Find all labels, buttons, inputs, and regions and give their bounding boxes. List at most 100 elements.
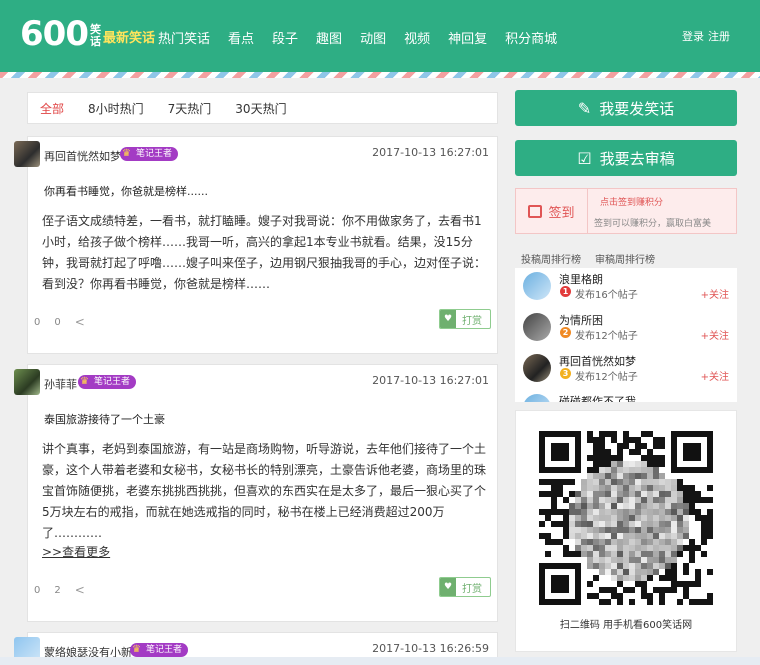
share-icon[interactable]: < bbox=[75, 315, 85, 329]
nav-item-hot[interactable]: 热门笑话 bbox=[158, 28, 210, 47]
tip-label: 打赏 bbox=[462, 583, 482, 595]
read-more-link[interactable]: >>查看更多 bbox=[42, 543, 110, 560]
review-label: 我要去审稿 bbox=[599, 149, 675, 168]
share-icon[interactable]: < bbox=[75, 583, 85, 597]
rank-post-count: 发布12个帖子 bbox=[575, 331, 638, 342]
tip-button[interactable]: ♥ 打赏 bbox=[439, 577, 491, 597]
site-logo[interactable]: 600 笑 话 最新笑话 bbox=[20, 14, 155, 54]
rank-item: 浪里格朗 1 发布16个帖子 +关注 bbox=[515, 268, 737, 308]
rank-medal: 3 bbox=[560, 368, 571, 379]
tab-30d[interactable]: 30天热门 bbox=[235, 100, 286, 117]
like-count[interactable]: 0 bbox=[34, 317, 40, 328]
qr-panel: 扫二维码 用手机看600笑话网 bbox=[515, 410, 737, 652]
nav-item-qutu[interactable]: 趣图 bbox=[316, 28, 342, 47]
nav-item-video[interactable]: 视频 bbox=[404, 28, 430, 47]
like-count[interactable]: 0 bbox=[34, 585, 40, 596]
qr-code bbox=[539, 431, 713, 605]
rank-badge: ♛ 笔记王者 bbox=[130, 643, 189, 657]
tip-label: 打赏 bbox=[462, 315, 482, 327]
gift-icon: ♥ bbox=[440, 578, 456, 596]
review-button[interactable]: ☑ 我要去审稿 bbox=[515, 140, 737, 176]
avatar[interactable] bbox=[523, 272, 551, 300]
crown-icon: ♛ bbox=[122, 148, 131, 159]
rank-list: 浪里格朗 1 发布16个帖子 +关注 为情所困 2 发布12个帖子 +关注 再回… bbox=[515, 268, 737, 402]
avatar[interactable] bbox=[523, 313, 551, 341]
tab-7d[interactable]: 7天热门 bbox=[168, 100, 212, 117]
rank-user-name[interactable]: 再回首恍然如梦 bbox=[559, 353, 636, 369]
dislike-count[interactable]: 0 bbox=[54, 317, 60, 328]
post-title[interactable]: 你再看书睡觉，你爸就是榜样...... bbox=[44, 183, 208, 199]
logo-sub: 笑 话 bbox=[90, 24, 101, 48]
post-time: 2017-10-13 16:27:01 bbox=[372, 146, 489, 159]
avatar[interactable] bbox=[14, 369, 40, 395]
post-footer: 0 2 < bbox=[34, 583, 85, 597]
rank-user-name[interactable]: 浪里格朗 bbox=[559, 271, 603, 287]
main-nav: 热门笑话 看点 段子 趣图 动图 视频 神回复 积分商城 bbox=[158, 28, 575, 47]
gift-icon: ♥ bbox=[440, 310, 456, 328]
nav-item-kandian[interactable]: 看点 bbox=[228, 28, 254, 47]
badge-label: 笔记王者 bbox=[94, 377, 131, 387]
post-joke-label: 我要发笑话 bbox=[599, 99, 675, 118]
nav-item-shenhuifu[interactable]: 神回复 bbox=[448, 28, 487, 47]
post-joke-button[interactable]: ✎ 我要发笑话 bbox=[515, 90, 737, 126]
follow-button[interactable]: +关注 bbox=[701, 368, 729, 383]
rank-medal: 2 bbox=[560, 327, 571, 338]
logo-tagline[interactable]: 最新笑话 bbox=[103, 27, 155, 46]
signin-desc: 签到可以赚积分，赢取白富美 bbox=[594, 219, 712, 229]
rank-item: 碰碰都作不了我 bbox=[515, 390, 737, 402]
post-footer: 0 0 < bbox=[34, 315, 85, 329]
crown-icon: ♛ bbox=[80, 376, 89, 387]
login-link[interactable]: 登录 bbox=[682, 28, 704, 44]
signin-hint[interactable]: 点击签到赚积分 bbox=[600, 195, 663, 208]
tip-button[interactable]: ♥ 打赏 bbox=[439, 309, 491, 329]
signin-button[interactable]: 签到 bbox=[516, 189, 588, 233]
register-link[interactable]: 注册 bbox=[708, 28, 730, 44]
crown-icon: ♛ bbox=[132, 644, 141, 655]
signin-label: 签到 bbox=[548, 205, 575, 221]
tab-submit-rank[interactable]: 投稿周排行榜 bbox=[521, 251, 581, 266]
qr-caption: 扫二维码 用手机看600笑话网 bbox=[559, 620, 693, 631]
avatar[interactable] bbox=[523, 394, 551, 402]
nav-item-duanzi[interactable]: 段子 bbox=[272, 28, 298, 47]
post-card: 孙菲菲 ♛ 笔记王者 2017-10-13 16:27:01 泰国旅游接待了一个土… bbox=[14, 364, 498, 622]
tab-8h[interactable]: 8小时热门 bbox=[88, 100, 144, 117]
post-card: 再回首恍然如梦 ♛ 笔记王者 2017-10-13 16:27:01 你再看书睡觉… bbox=[14, 136, 498, 354]
rank-badge: ♛ 笔记王者 bbox=[78, 375, 137, 389]
post-time: 2017-10-13 16:26:59 bbox=[372, 642, 489, 655]
document-check-icon: ☑ bbox=[577, 148, 592, 168]
calendar-icon bbox=[528, 204, 543, 218]
post-body: 侄子语文成绩特差，一看书，就打瞌睡。嫂子对我哥说：你不用做家务了，去看书1小时，… bbox=[42, 214, 487, 291]
rank-user-name[interactable]: 为情所困 bbox=[559, 312, 603, 328]
nav-item-dongtu[interactable]: 动图 bbox=[360, 28, 386, 47]
post-author[interactable]: 孙菲菲 bbox=[44, 376, 77, 392]
tab-review-rank[interactable]: 审稿周排行榜 bbox=[595, 251, 655, 266]
rank-post-count: 发布12个帖子 bbox=[575, 372, 638, 383]
rank-badge: ♛ 笔记王者 bbox=[120, 147, 179, 161]
rank-medal: 1 bbox=[560, 286, 571, 297]
rank-item: 为情所困 2 发布12个帖子 +关注 bbox=[515, 309, 737, 349]
badge-label: 笔记王者 bbox=[136, 149, 173, 159]
auth-links: 登录 注册 bbox=[682, 28, 730, 44]
follow-button[interactable]: +关注 bbox=[701, 327, 729, 342]
bottom-bar bbox=[0, 657, 760, 665]
rank-tabs: 投稿周排行榜 审稿周排行榜 bbox=[521, 251, 655, 266]
post-body: 讲个真事，老妈到泰国旅游，有一站是商场购物，听导游说，去年他们接待了一个土豪，这… bbox=[42, 442, 487, 540]
tab-all[interactable]: 全部 bbox=[40, 100, 64, 117]
post-header: 孙菲菲 ♛ 笔记王者 2017-10-13 16:27:01 bbox=[14, 365, 497, 399]
filter-tabs: 全部 8小时热门 7天热门 30天热门 bbox=[27, 92, 498, 124]
post-time: 2017-10-13 16:27:01 bbox=[372, 374, 489, 387]
avatar[interactable] bbox=[14, 141, 40, 167]
pencil-icon: ✎ bbox=[577, 98, 592, 118]
follow-button[interactable]: +关注 bbox=[701, 286, 729, 301]
post-header: 再回首恍然如梦 ♛ 笔记王者 2017-10-13 16:27:01 bbox=[14, 137, 497, 171]
avatar[interactable] bbox=[523, 354, 551, 382]
rank-post-count: 发布16个帖子 bbox=[575, 290, 638, 301]
post-title[interactable]: 泰国旅游接待了一个土豪 bbox=[44, 411, 165, 427]
rank-user-name[interactable]: 碰碰都作不了我 bbox=[559, 393, 636, 402]
post-author[interactable]: 再回首恍然如梦 bbox=[44, 148, 121, 164]
header-stripe bbox=[0, 72, 760, 78]
site-header: 600 笑 话 最新笑话 热门笑话 看点 段子 趣图 动图 视频 神回复 积分商… bbox=[0, 0, 760, 72]
logo-number: 600 bbox=[20, 14, 89, 54]
dislike-count[interactable]: 2 bbox=[54, 585, 60, 596]
nav-item-mall[interactable]: 积分商城 bbox=[505, 28, 557, 47]
